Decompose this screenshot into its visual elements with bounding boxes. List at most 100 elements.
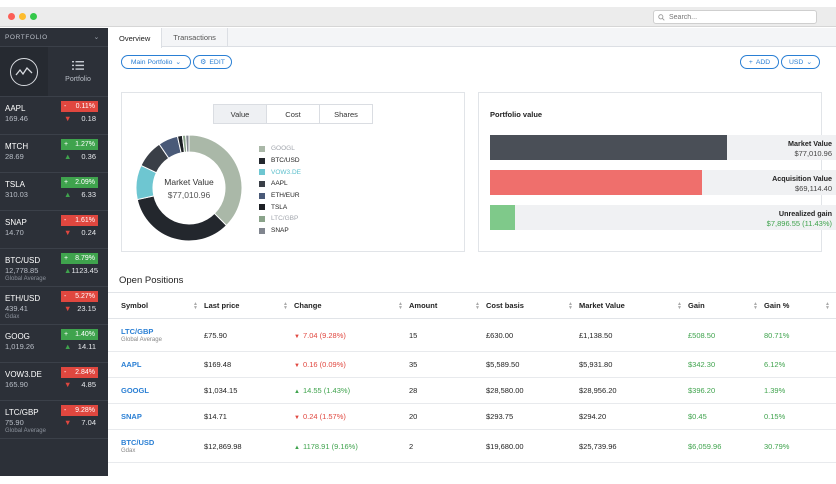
arrow-down-icon: ▼ xyxy=(64,380,72,389)
legend-label: SNAP xyxy=(271,227,289,235)
position-symbol-link[interactable]: BTC/USD xyxy=(121,438,204,447)
column-header-market-value[interactable]: Market Value ▲ ▼ xyxy=(579,292,688,319)
column-header-cost-basis[interactable]: Cost basis ▲ ▼ xyxy=(486,292,579,319)
ticker-item[interactable]: BTC/USD 12,778.85 Global Average +8.79% ▲ 112… xyxy=(0,249,108,287)
portfolio-selector[interactable]: PORTFOLIO ⌄ xyxy=(0,28,108,47)
donut-slice-googl[interactable] xyxy=(188,134,243,227)
ticker-price: 1,019.26 xyxy=(5,342,35,351)
arrow-down-icon: ▼ xyxy=(64,304,72,313)
chart-view-button[interactable] xyxy=(0,47,48,96)
table-row[interactable]: LTC/GBP Global Average £75.90 ▼ 7.04 (9.28%)… xyxy=(108,318,836,352)
ticker-item[interactable]: TSLA 310.03 +2.09% ▲ 6.33 xyxy=(0,173,108,211)
donut-slice-snap[interactable] xyxy=(185,134,190,153)
cell-gain-percent: 30.79% xyxy=(764,429,836,463)
ticker-price: 310.03 xyxy=(5,190,28,199)
ticker-price: 75.90 xyxy=(5,418,24,427)
cell-amount: 15 xyxy=(409,318,486,352)
tab-transactions[interactable]: Transactions xyxy=(162,28,228,46)
ticker-change: ▲ 1123.45 xyxy=(61,266,98,275)
portfolio-value-title: Portfolio value xyxy=(490,110,543,119)
ticker-item[interactable]: SNAP 14.70 - 1.61% ▼ 0.24 xyxy=(0,211,108,249)
legend-item: BTC/USD xyxy=(259,155,301,167)
add-button[interactable]: + ADD xyxy=(740,55,779,69)
position-symbol-link[interactable]: LTC/GBP xyxy=(121,327,204,336)
column-header-label: Gain % xyxy=(764,301,790,310)
column-header-gain--[interactable]: Gain % ▲ ▼ xyxy=(764,292,836,319)
cell-cost-basis: £630.00 xyxy=(486,318,579,352)
column-header-change[interactable]: Change ▲ ▼ xyxy=(294,292,409,319)
tab-overview[interactable]: Overview xyxy=(108,28,163,48)
edit-label: EDIT xyxy=(209,58,225,66)
ticker-change-value: 1123.45 xyxy=(71,266,98,275)
ticker-item[interactable]: MTCH 28.69 +1.27% ▲ 0.36 xyxy=(0,135,108,173)
minimize-window-button[interactable] xyxy=(19,13,26,20)
ticker-change: ▼ 4.85 xyxy=(61,380,98,389)
legend-label: GOOGL xyxy=(271,145,295,153)
ticker-item[interactable]: LTC/GBP 75.90 Global Average - 9.28% ▼ 7.04 xyxy=(0,401,108,439)
edit-button[interactable]: ⚙ EDIT xyxy=(193,55,232,69)
acquisition-value-amount: $69,114.40 xyxy=(795,184,832,193)
table-row[interactable]: AAPL $169.48 ▼ 0.16 (0.09%) 35 $5,589.50 $5,93… xyxy=(108,351,836,378)
line-chart-icon xyxy=(10,57,38,86)
segment-value[interactable]: Value xyxy=(214,105,267,123)
arrow-up-icon: ▲ xyxy=(64,342,72,351)
portfolio-view-button[interactable]: Portfolio xyxy=(48,47,108,96)
main-panel: Overview Transactions Main Portfolio ⌄ ⚙… xyxy=(108,28,836,476)
zoom-window-button[interactable] xyxy=(30,13,37,20)
ticker-source: Global Average xyxy=(5,276,46,282)
search-box[interactable] xyxy=(653,10,817,24)
legend-label: ETH/EUR xyxy=(271,192,300,200)
ticker-change: ▲ 6.33 xyxy=(61,190,98,199)
ticker-change: ▼ 7.04 xyxy=(61,418,98,427)
ticker-symbol: ETH/USD xyxy=(5,294,41,303)
plus-icon: + xyxy=(64,141,69,148)
ticker-symbol: GOOG xyxy=(5,332,30,341)
cell-symbol: BTC/USD Gdax xyxy=(108,429,204,463)
cell-symbol: AAPL xyxy=(108,351,204,378)
position-symbol-link[interactable]: SNAP xyxy=(121,412,204,421)
cell-last-price: $14.71 xyxy=(204,403,294,430)
ticker-percent: 1.27% xyxy=(75,141,95,148)
market-value-fill xyxy=(490,135,727,160)
cell-cost-basis: $28,580.00 xyxy=(486,377,579,404)
portfolio-select[interactable]: Main Portfolio ⌄ xyxy=(121,55,191,69)
ticker-item[interactable]: ETH/USD 439.41 Gdax - 5.27% ▼ 23.15 xyxy=(0,287,108,325)
segment-cost[interactable]: Cost xyxy=(267,105,320,123)
arrow-up-icon: ▲ xyxy=(294,444,300,451)
cell-gain: $396.20 xyxy=(688,377,764,404)
cell-amount: 2 xyxy=(409,429,486,463)
market-value-label: Market Value xyxy=(788,139,832,148)
allocation-card: Value Cost Shares Market Value $77,010.9… xyxy=(121,92,465,252)
ticker-item[interactable]: AAPL 169.46 - 0.11% ▼ 0.18 xyxy=(0,97,108,135)
column-header-symbol[interactable]: Symbol ▲ ▼ xyxy=(108,292,204,319)
column-header-amount[interactable]: Amount ▲ ▼ xyxy=(409,292,486,319)
currency-select[interactable]: USD ⌄ xyxy=(781,55,820,69)
change-value: 0.24 (1.57%) xyxy=(302,412,346,421)
table-row[interactable]: SNAP $14.71 ▼ 0.24 (1.57%) 20 $293.75 $294.20 $… xyxy=(108,403,836,430)
position-symbol-link[interactable]: AAPL xyxy=(121,360,204,369)
cell-gain-percent: 0.15% xyxy=(764,403,836,430)
ticker-symbol: BTC/USD xyxy=(5,256,41,265)
column-header-last-price[interactable]: Last price ▲ ▼ xyxy=(204,292,294,319)
position-symbol-link[interactable]: GOOGL xyxy=(121,386,204,395)
search-input[interactable] xyxy=(669,13,809,21)
ticker-price: 439.41 xyxy=(5,304,28,313)
table-row[interactable]: BTC/USD Gdax $12,869.98 ▲ 1178.91 (9.16%) 2 $1… xyxy=(108,429,836,463)
ticker-change-value: 0.18 xyxy=(81,114,96,123)
legend-swatch xyxy=(259,215,265,222)
ticker-percent-badge: - 9.28% xyxy=(61,405,98,416)
add-label: ADD xyxy=(755,58,771,66)
column-header-label: Cost basis xyxy=(486,301,524,310)
tab-bar: Overview Transactions xyxy=(108,28,836,48)
ticker-change-value: 6.33 xyxy=(81,190,96,199)
segment-shares[interactable]: Shares xyxy=(320,105,372,123)
plus-icon: + xyxy=(64,179,69,186)
close-window-button[interactable] xyxy=(8,13,15,20)
ticker-item[interactable]: GOOG 1,019.26 +1.40% ▲ 14.11 xyxy=(0,325,108,363)
column-header-gain[interactable]: Gain ▲ ▼ xyxy=(688,292,764,319)
donut-slice-btc-usd[interactable] xyxy=(136,195,228,242)
ticker-item[interactable]: VOW3.DE 165.90 - 2.84% ▼ 4.85 xyxy=(0,363,108,401)
cell-change: ▼ 0.16 (0.09%) xyxy=(294,351,409,378)
ticker-change-value: 0.24 xyxy=(81,228,96,237)
table-row[interactable]: GOOGL $1,034.15 ▲ 14.55 (1.43%) 28 $28,580.00… xyxy=(108,377,836,404)
